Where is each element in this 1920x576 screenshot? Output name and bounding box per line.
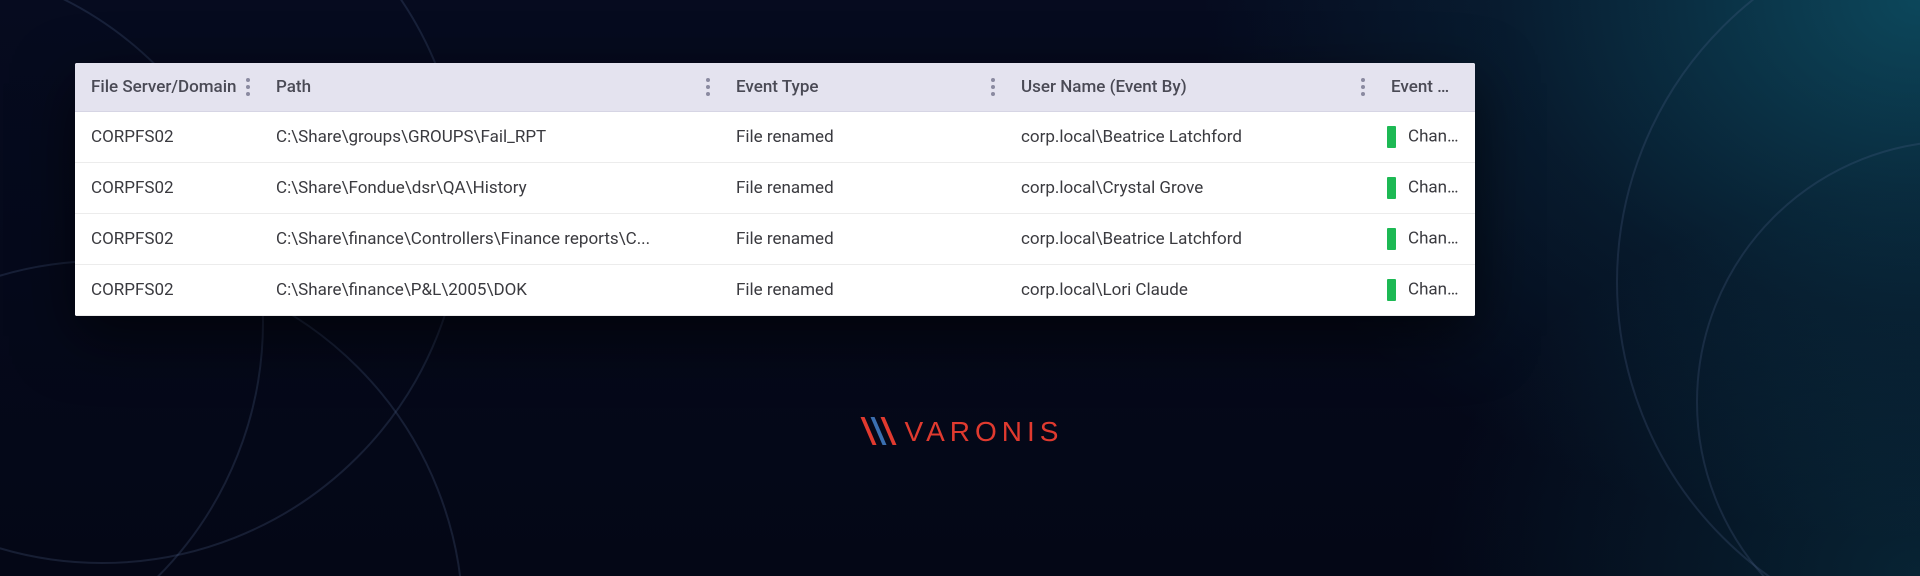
col-file-server[interactable]: File Server/Domain [75, 63, 260, 112]
table-row[interactable]: CORPFS02C:\Share\finance\Controllers\Fin… [75, 214, 1475, 265]
operation-label: Change [1408, 279, 1466, 299]
table-header: File Server/Domain Path Event Type User … [75, 63, 1475, 112]
cell-event-type: File renamed [720, 112, 1005, 163]
varonis-mark-icon [857, 415, 901, 449]
cell-file-server: CORPFS02 [75, 163, 260, 214]
col-path[interactable]: Path [260, 63, 720, 112]
cell-event-type: File renamed [720, 214, 1005, 265]
cell-path: C:\Share\finance\P&L\2005\DOK [260, 265, 720, 316]
col-label: User Name (Event By) [1021, 77, 1187, 97]
col-event-type[interactable]: Event Type [720, 63, 1005, 112]
status-chip-icon [1387, 126, 1396, 148]
operation-label: Change [1408, 177, 1466, 197]
operation-label: Change [1408, 228, 1466, 248]
column-menu-icon[interactable] [1361, 78, 1365, 96]
cell-file-server: CORPFS02 [75, 265, 260, 316]
table-body: CORPFS02C:\Share\groups\GROUPS\Fail_RPTF… [75, 112, 1475, 316]
col-label: Event Type [736, 77, 819, 97]
events-table: File Server/Domain Path Event Type User … [75, 63, 1475, 316]
cell-event-operation: Change [1375, 163, 1475, 214]
table-row[interactable]: CORPFS02C:\Share\groups\GROUPS\Fail_RPTF… [75, 112, 1475, 163]
cell-event-operation: Change [1375, 214, 1475, 265]
cell-file-server: CORPFS02 [75, 214, 260, 265]
cell-user-name: corp.local\Beatrice Latchford [1005, 112, 1375, 163]
cell-user-name: corp.local\Crystal Grove [1005, 163, 1375, 214]
status-chip-icon [1387, 279, 1396, 301]
status-chip-icon [1387, 177, 1396, 199]
cell-event-type: File renamed [720, 163, 1005, 214]
operation-label: Change [1408, 126, 1466, 146]
column-menu-icon[interactable] [706, 78, 710, 96]
status-chip-icon [1387, 228, 1396, 250]
col-label: File Server/Domain [91, 77, 237, 97]
col-label: Event Oper [1391, 77, 1474, 97]
col-event-operation[interactable]: Event Oper [1375, 63, 1475, 112]
cell-user-name: corp.local\Lori Claude [1005, 265, 1375, 316]
table-row[interactable]: CORPFS02C:\Share\Fondue\dsr\QA\HistoryFi… [75, 163, 1475, 214]
cell-event-operation: Change [1375, 265, 1475, 316]
cell-file-server: CORPFS02 [75, 112, 260, 163]
cell-event-type: File renamed [720, 265, 1005, 316]
column-menu-icon[interactable] [991, 78, 995, 96]
col-label: Path [276, 77, 311, 97]
col-user-name[interactable]: User Name (Event By) [1005, 63, 1375, 112]
table-row[interactable]: CORPFS02C:\Share\finance\P&L\2005\DOKFil… [75, 265, 1475, 316]
cell-user-name: corp.local\Beatrice Latchford [1005, 214, 1375, 265]
cell-path: C:\Share\groups\GROUPS\Fail_RPT [260, 112, 720, 163]
cell-path: C:\Share\Fondue\dsr\QA\History [260, 163, 720, 214]
brand-name: VARONIS [905, 416, 1064, 448]
events-table-card: File Server/Domain Path Event Type User … [75, 63, 1475, 316]
cell-path: C:\Share\finance\Controllers\Finance rep… [260, 214, 720, 265]
app-root: File Server/Domain Path Event Type User … [0, 0, 1920, 576]
cell-event-operation: Change [1375, 112, 1475, 163]
brand-logo: VARONIS [857, 415, 1064, 449]
column-menu-icon[interactable] [246, 78, 250, 96]
